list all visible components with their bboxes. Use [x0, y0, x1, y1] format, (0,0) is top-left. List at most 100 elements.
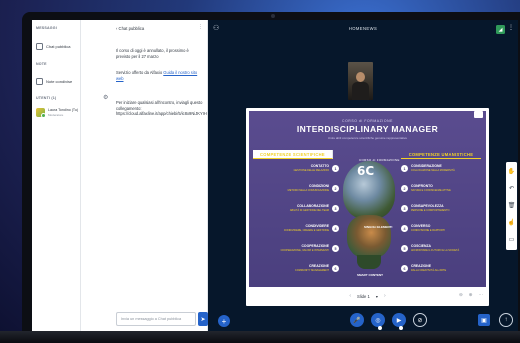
meeting-title: HOMENEWS: [348, 26, 378, 31]
hand-icon[interactable]: ✋: [508, 169, 515, 175]
chat-message-2-text: Servizio offerto da Alfaxio: [116, 70, 164, 75]
user-role: Moderatore: [48, 112, 64, 117]
right-item: 6 CREAZIONE DALLA CREATIVITÀ ALL'ARTE: [399, 263, 485, 277]
left-item-name: CREAZIONE: [309, 264, 329, 268]
send-button[interactable]: ➤: [198, 312, 208, 326]
left-item-desc: COMMUNITY MANAGEMENT: [295, 269, 329, 272]
slide-pretitle: CORSO di FORMAZIONE: [342, 119, 393, 123]
right-item-number: 4: [401, 225, 408, 232]
left-item-name: COLLABORAZIONE: [296, 204, 329, 208]
right-item-number: 2: [401, 185, 408, 192]
minimize-presentation-button[interactable]: [474, 111, 483, 118]
right-item: 4 CONVERSO CONDIVISIONE E RAPPORTI: [399, 223, 485, 237]
left-item: COLLABORAZIONE ABILITÀ DI GESTIONE DEL TE…: [253, 203, 341, 217]
right-item-desc: CONDIVISIONE E RAPPORTI: [411, 229, 445, 232]
right-item-number: 6: [401, 265, 408, 272]
left-item: CONTATTO GESTIONE DELLE RELAZIONI 1: [253, 163, 341, 177]
info-button[interactable]: ↑: [499, 313, 513, 327]
slide-subtitle: Unire abili competenze scientifiche genu…: [327, 136, 408, 140]
right-item-name: COSCIENZA: [411, 244, 431, 248]
slide-zoom-controls: ⊖ ⊕ ⋯: [459, 292, 483, 298]
info-icon: ↑: [504, 317, 508, 323]
slide-navigation: ‹ Slide 1 ▾ ›: [249, 289, 486, 303]
actions-button[interactable]: +: [218, 315, 230, 327]
chat-back-button[interactable]: ‹ Chat pubblica: [110, 20, 208, 36]
center-label-1: SINGOLI ELEMENTI: [364, 225, 393, 229]
right-item-number: 3: [401, 205, 408, 212]
left-item: COOPERAZIONE COOPERAZIONE, VALORI E INTER…: [253, 243, 341, 257]
slide-title: INTERDISCIPLINARY MANAGER: [296, 124, 439, 134]
send-icon: ➤: [200, 316, 206, 323]
brain-stem: [357, 255, 381, 269]
slide-content: CORSO di FORMAZIONE INTERDISCIPLINARY MA…: [249, 111, 486, 287]
webcam-video[interactable]: [348, 62, 373, 100]
right-item-desc: DALLA CREATIVITÀ ALL'ARTE: [411, 269, 447, 272]
device-bottom-bezel: [0, 331, 520, 343]
next-slide-icon[interactable]: ›: [384, 293, 386, 299]
webcam-head: [356, 72, 365, 82]
camera-button[interactable]: ▶: [392, 313, 406, 327]
right-item-name: CONFRONTO: [411, 184, 433, 188]
right-item-name: CONSIDERAZIONE: [411, 164, 442, 168]
right-item-number: 5: [401, 245, 408, 252]
more-options-icon[interactable]: ⋮: [508, 24, 514, 31]
presentation-toggle-button[interactable]: ▣: [478, 314, 490, 326]
left-item-desc: GESTIONE DELLE RELAZIONI: [293, 169, 329, 172]
more-dots-icon[interactable]: ⋯: [479, 292, 484, 298]
trash-icon[interactable]: 🗑: [508, 203, 516, 209]
left-item-number: 6: [332, 265, 339, 272]
right-item: 3 CONSAPEVOLEZZA PERSONE E COMPORTAMENTO: [399, 203, 485, 217]
presentation-slide: CORSO di FORMAZIONE INTERDISCIPLINARY MA…: [246, 108, 489, 306]
notes-icon: [36, 77, 43, 85]
right-item-desc: AFFRONTARE IL FUTURO E LA SOCIETÀ: [411, 249, 460, 252]
prev-slide-icon[interactable]: ‹: [349, 293, 351, 299]
chat-message-1: Il corso di oggi è annullato, il prossim…: [116, 48, 189, 59]
right-item-name: CONVERSO: [411, 224, 431, 228]
plus-icon: +: [221, 316, 227, 326]
pointer-icon[interactable]: ☝: [508, 220, 515, 226]
screen: MESSAGGI Chat pubblica NOTE Note condivi…: [32, 20, 518, 334]
chat-input[interactable]: Invia un messaggio a Chat pubblica: [116, 312, 196, 326]
headphones-icon: ◎: [375, 317, 381, 324]
connection-status-badge[interactable]: ◢: [496, 25, 505, 34]
right-item-name: CREAZIONE: [411, 264, 431, 268]
left-item-number: 2: [332, 185, 339, 192]
right-item-desc: PERSONE E COMPORTAMENTO: [411, 209, 450, 212]
left-item-desc: COOPERAZIONE, VALORI E INTERVENTI: [280, 249, 329, 252]
shared-notes-item[interactable]: Note condivise: [36, 74, 78, 88]
undo-icon[interactable]: ↶: [509, 186, 514, 192]
right-item: 5 COSCIENZA AFFRONTARE IL FUTURO E LA SOCI…: [399, 243, 485, 257]
webcam-torso: [352, 82, 369, 100]
left-item-number: 3: [332, 205, 339, 212]
right-item-name: CONSAPEVOLEZZA: [411, 204, 444, 208]
gear-icon[interactable]: ⚙: [103, 94, 108, 101]
public-chat-item[interactable]: Chat pubblica: [36, 39, 78, 53]
chat-panel: ‹ Chat pubblica ⋮ Il corso di oggi è ann…: [110, 20, 208, 334]
audio-button[interactable]: ◎: [371, 313, 385, 327]
zoom-out-icon[interactable]: ⊖: [459, 292, 463, 298]
zoom-in-icon[interactable]: ⊕: [469, 292, 473, 298]
left-item-desc: METODO NELLA COMUNICAZIONE: [287, 189, 329, 192]
camera-indicator: [399, 326, 403, 330]
messages-section-label: MESSAGGI: [36, 26, 57, 30]
right-item: 1 CONSIDERAZIONE COLLOCAZIONE NELLA MODERN…: [399, 163, 485, 177]
microphone-button[interactable]: 🎤: [350, 313, 364, 327]
center-label-2: SMART CONTENT: [357, 273, 383, 277]
screenshare-button[interactable]: ⊘: [413, 313, 427, 327]
chevron-down-icon[interactable]: ▾: [376, 294, 378, 299]
user-list-item[interactable]: Laura Tondino (Tu) Moderatore: [36, 108, 80, 118]
microphone-icon: 🎤: [353, 317, 361, 324]
camera-dot: [271, 14, 275, 18]
multi-user-icon[interactable]: ▭: [509, 237, 515, 243]
left-item: CREAZIONE COMMUNITY MANAGEMENT 6: [253, 263, 341, 277]
right-item-desc: NATURA E CONOSCENZE ATTIVE: [411, 189, 451, 192]
right-item-number: 1: [401, 165, 408, 172]
left-item-name: CONDIVIDERE: [305, 224, 329, 228]
chat-message-2: Servizio offerto da Alfaxio Guida il nos…: [116, 70, 204, 81]
right-item: 2 CONFRONTO NATURA E CONOSCENZE ATTIVE: [399, 183, 485, 197]
slide-select[interactable]: Slide 1: [357, 294, 370, 299]
left-item-number: 4: [332, 225, 339, 232]
right-item-desc: COLLOCAZIONE NELLA MODERNITÀ: [411, 169, 455, 172]
big-6c-text: 6C: [357, 164, 375, 178]
more-icon[interactable]: ⋮: [198, 24, 203, 30]
